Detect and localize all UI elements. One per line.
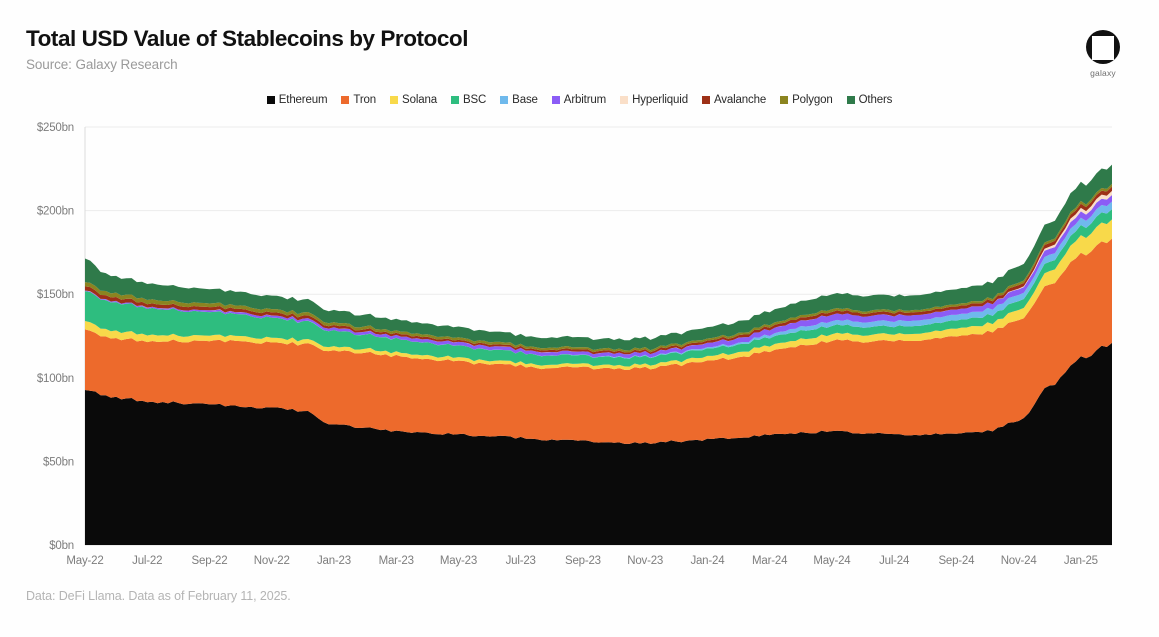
y-axis-tick-label: $0bn xyxy=(49,540,74,552)
legend-item-label: BSC xyxy=(463,94,486,106)
legend-item-hyperliquid[interactable]: Hyperliquid xyxy=(620,94,688,106)
logo-square-shape xyxy=(1092,36,1114,60)
x-axis-tick-label: Nov-22 xyxy=(254,555,290,567)
y-axis-tick-label: $100bn xyxy=(37,373,74,385)
y-axis-tick-label: $200bn xyxy=(37,206,74,218)
legend-item-tron[interactable]: Tron xyxy=(341,94,376,106)
legend-swatch-icon xyxy=(451,96,459,104)
x-axis-ticks: May-22 Jul-22 Sep-22 Nov-22 Jan-23 Mar-23 May-… xyxy=(66,555,1097,567)
x-axis-tick-label: Jul-22 xyxy=(132,555,162,567)
x-axis-tick-label: Sep-23 xyxy=(565,555,601,567)
legend-swatch-icon xyxy=(341,96,349,104)
area-series-avalanche xyxy=(85,187,1112,355)
x-axis-tick-label: Mar-24 xyxy=(752,555,788,567)
page-title: Total USD Value of Stablecoins by Protoc… xyxy=(26,26,926,52)
x-axis-tick-label: Sep-24 xyxy=(938,555,975,567)
legend-item-label: Polygon xyxy=(792,94,833,106)
area-series-solana xyxy=(85,219,1112,370)
x-axis-tick-label: Sep-22 xyxy=(192,555,228,567)
y-axis-tick-label: $250bn xyxy=(37,122,74,134)
chart-source-subtitle: Source: Galaxy Research xyxy=(26,57,926,72)
legend-item-label: Tron xyxy=(353,94,376,106)
legend-item-avalanche[interactable]: Avalanche xyxy=(702,94,766,106)
galaxy-logo: galaxy xyxy=(1071,28,1135,78)
x-axis-tick-label: Nov-23 xyxy=(627,555,663,567)
x-axis-tick-label: Jul-24 xyxy=(879,555,910,567)
legend-item-polygon[interactable]: Polygon xyxy=(780,94,833,106)
legend-swatch-icon xyxy=(780,96,788,104)
chart-footnote: Data: DeFi Llama. Data as of February 11… xyxy=(26,589,291,603)
x-axis-tick-label: May-24 xyxy=(813,555,851,567)
legend-item-arbitrum[interactable]: Arbitrum xyxy=(552,94,606,106)
legend-item-label: Base xyxy=(512,94,538,106)
x-axis-tick-label: Jan-24 xyxy=(690,555,725,567)
chart-legend: Ethereum Tron Solana BSC Base Arbitrum Hyperli… xyxy=(0,94,1159,106)
x-axis-tick-label: Mar-23 xyxy=(379,555,414,567)
x-axis-tick-label: May-23 xyxy=(440,555,477,567)
area-series-hyperliquid xyxy=(85,191,1112,355)
legend-item-label: Solana xyxy=(402,94,437,106)
area-series-others xyxy=(85,165,1112,351)
x-axis-tick-label: Jul-23 xyxy=(506,555,536,567)
y-axis-gridlines: $0bn $50bn $100bn $150bn $200bn $250bn xyxy=(37,122,1112,552)
galaxy-logo-wordmark: galaxy xyxy=(1071,68,1135,78)
legend-swatch-icon xyxy=(702,96,710,104)
area-series-polygon xyxy=(85,184,1112,353)
legend-swatch-icon xyxy=(620,96,628,104)
y-axis-tick-label: $150bn xyxy=(37,289,74,301)
legend-item-solana[interactable]: Solana xyxy=(390,94,437,106)
area-series-base xyxy=(85,201,1112,358)
x-axis-tick-label: Jan-23 xyxy=(317,555,351,567)
legend-item-ethereum[interactable]: Ethereum xyxy=(267,94,328,106)
legend-item-label: Avalanche xyxy=(714,94,766,106)
galaxy-logo-icon xyxy=(1086,28,1120,66)
legend-item-base[interactable]: Base xyxy=(500,94,538,106)
legend-swatch-icon xyxy=(500,96,508,104)
legend-item-label: Hyperliquid xyxy=(632,94,688,106)
x-axis-tick-label: Jan-25 xyxy=(1064,555,1098,567)
area-series-tron xyxy=(85,239,1112,444)
legend-item-label: Others xyxy=(859,94,893,106)
area-series-arbitrum xyxy=(85,195,1112,358)
x-axis-tick-label: May-22 xyxy=(66,555,103,567)
legend-item-bsc[interactable]: BSC xyxy=(451,94,486,106)
x-axis-tick-label: Nov-24 xyxy=(1001,555,1038,567)
legend-swatch-icon xyxy=(847,96,855,104)
legend-swatch-icon xyxy=(552,96,560,104)
legend-item-label: Ethereum xyxy=(279,94,328,106)
area-series-bsc xyxy=(85,209,1112,366)
legend-swatch-icon xyxy=(267,96,275,104)
legend-item-others[interactable]: Others xyxy=(847,94,893,106)
legend-swatch-icon xyxy=(390,96,398,104)
chart-header: Total USD Value of Stablecoins by Protoc… xyxy=(26,26,926,72)
chart-container: Total USD Value of Stablecoins by Protoc… xyxy=(0,0,1159,637)
area-series-ethereum xyxy=(85,343,1112,545)
y-axis-tick-label: $50bn xyxy=(43,456,74,468)
area-series-group xyxy=(85,165,1112,545)
legend-item-label: Arbitrum xyxy=(564,94,606,106)
